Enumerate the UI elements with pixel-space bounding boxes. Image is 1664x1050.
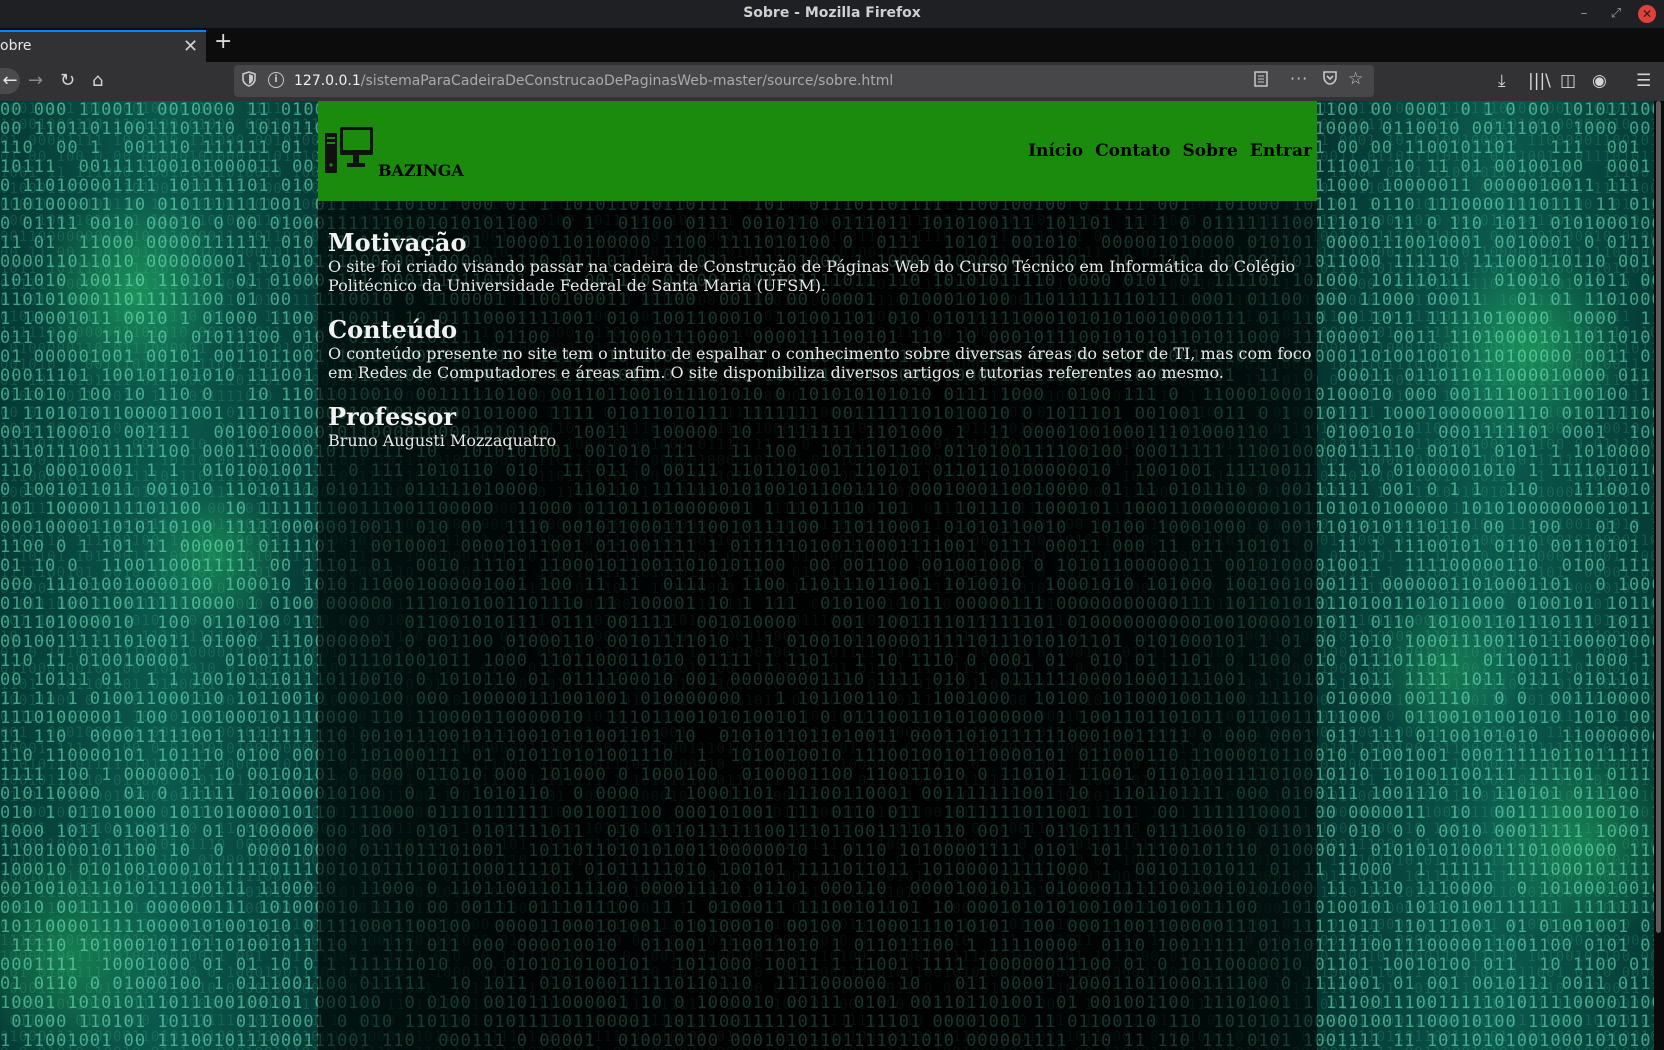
url-text[interactable]: 127.0.0.1/sistemaParaCadeiraDeConstrucao… — [294, 73, 893, 89]
section-heading-motivacao: Motivação — [328, 228, 467, 257]
window-titlebar: Sobre - Mozilla Firefox – ⤢ ✕ — [0, 0, 1664, 28]
section-text-conteudo: O conteúdo presente no site tem o intuit… — [328, 344, 1312, 382]
bookmark-star-icon[interactable]: ☆ — [1348, 69, 1363, 89]
tab-title: obre — [0, 38, 32, 54]
section-heading-professor: Professor — [328, 402, 456, 431]
nav-link-inicio[interactable]: Início — [1028, 141, 1083, 161]
tab-sobre[interactable]: obre ✕ — [0, 30, 206, 62]
reload-icon[interactable]: ↻ — [60, 70, 75, 92]
computer-logo-icon[interactable] — [323, 127, 375, 181]
nav-link-contato[interactable]: Contato — [1095, 141, 1170, 161]
url-path: /sistemaParaCadeiraDeConstrucaoDePaginas… — [360, 73, 894, 89]
section-text-motivacao: O site foi criado visando passar na cade… — [328, 257, 1296, 295]
tab-bar: obre ✕ — [0, 28, 1664, 62]
forward-icon[interactable]: → — [28, 70, 43, 92]
minimize-icon[interactable]: – — [1574, 4, 1594, 24]
page-scrollbar[interactable] — [1654, 101, 1664, 1050]
tab-close-icon[interactable]: ✕ — [183, 36, 198, 57]
sidebar-icon[interactable]: ◫ — [1560, 70, 1576, 92]
reader-view-icon[interactable] — [1254, 71, 1268, 91]
new-tab-icon[interactable]: + — [214, 30, 232, 54]
page-container: BAZINGA Início Contato Sobre Entrar Moti… — [318, 101, 1317, 1050]
home-icon[interactable]: ⌂ — [92, 70, 103, 92]
window-title: Sobre - Mozilla Firefox — [743, 5, 921, 21]
site-header: BAZINGA Início Contato Sobre Entrar — [318, 101, 1317, 201]
section-text-professor: Bruno Augusti Mozzaquatro — [328, 431, 557, 450]
pocket-icon[interactable] — [1322, 70, 1338, 90]
site-nav: Início Contato Sobre Entrar — [1021, 141, 1312, 161]
account-icon[interactable]: ◉ — [1592, 70, 1607, 92]
about-content: Motivação O site foi criado visando pass… — [328, 229, 1313, 471]
site-info-icon[interactable]: i — [268, 72, 284, 88]
maximize-icon[interactable]: ⤢ — [1606, 4, 1626, 24]
site-brand[interactable]: BAZINGA — [378, 161, 464, 180]
section-heading-conteudo: Conteúdo — [328, 315, 458, 344]
page-actions-icon[interactable]: ··· — [1290, 69, 1308, 88]
nav-link-entrar[interactable]: Entrar — [1250, 141, 1312, 161]
download-icon[interactable]: ⤓ — [1498, 70, 1506, 92]
tracking-protection-icon[interactable] — [242, 71, 256, 91]
address-bar[interactable]: i 127.0.0.1/sistemaParaCadeiraDeConstruc… — [234, 65, 1374, 97]
menu-icon[interactable]: ☰ — [1636, 70, 1651, 92]
close-window-icon[interactable]: ✕ — [1638, 5, 1656, 23]
url-host: 127.0.0.1 — [294, 73, 361, 89]
page-viewport: 00010101 01110010100110 1 1111 11 110001… — [0, 101, 1664, 1050]
scrollbar-thumb[interactable] — [1656, 101, 1661, 933]
back-icon[interactable]: ← — [0, 68, 20, 94]
nav-link-sobre[interactable]: Sobre — [1183, 141, 1238, 161]
library-icon[interactable]: |||\ — [1528, 70, 1551, 92]
